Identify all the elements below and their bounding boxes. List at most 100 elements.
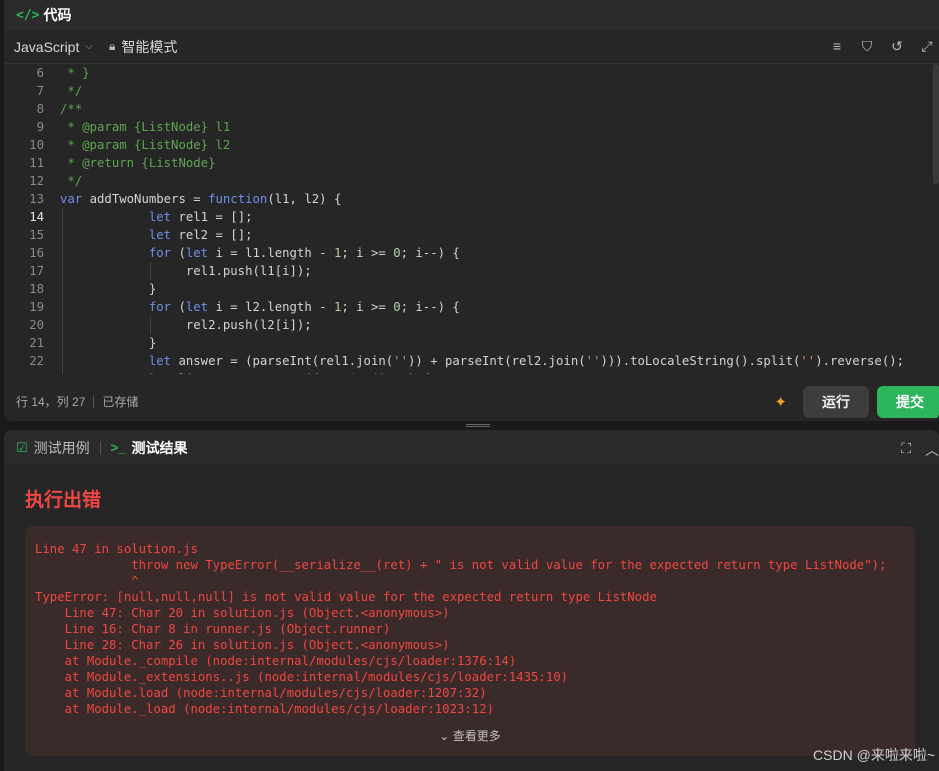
line-number: 18: [29, 282, 44, 296]
code-text: rel2.push(l2[i]);: [60, 318, 312, 332]
editor-tools: ≡ ⛉ ↺ ⤢: [829, 38, 935, 54]
line-number: 16: [29, 246, 44, 260]
terminal-icon: >_: [110, 440, 126, 455]
run-button[interactable]: 运行: [803, 386, 869, 418]
code-line[interactable]: 10 * @param {ListNode} l2: [4, 136, 939, 154]
indent-guide: [150, 316, 151, 334]
indent-guide: [62, 262, 63, 280]
line-number: 11: [29, 156, 44, 170]
indent-guide: [62, 352, 63, 370]
code-text: for (let i = l1.length - 1; i >= 0; i--)…: [148, 246, 460, 260]
code-icon: </>: [16, 7, 40, 23]
indent-guide: [62, 244, 63, 262]
indent-guide: [62, 280, 63, 298]
code-line[interactable]: 17 rel1.push(l1[i]);: [4, 262, 939, 280]
error-line: at Module.load (node:internal/modules/cj…: [35, 686, 487, 700]
code-editor[interactable]: 6 * } 7 */8/** 9 * @param {ListNode} l1 10 …: [4, 64, 939, 374]
tab-result-label: 测试结果: [131, 439, 188, 456]
line-number: 8: [36, 102, 44, 116]
watermark: CSDN @来啦来啦~: [813, 747, 935, 763]
code-line[interactable]: 22 let answer = (parseInt(rel1.join(''))…: [4, 352, 939, 370]
error-title: 执行出错: [25, 490, 102, 511]
fullscreen-icon[interactable]: ⤢: [919, 38, 935, 54]
code-line[interactable]: 11 * @return {ListNode}: [4, 154, 939, 172]
result-panel: ☑ 测试用例 >_ 测试结果 ⛶ ︿ 执行出错 Line 47 in solut…: [4, 430, 939, 771]
code-text: let rel1 = [];: [148, 210, 253, 224]
bookmark-icon[interactable]: ⛉: [859, 38, 875, 54]
code-text: let rel2 = [];: [148, 228, 253, 242]
code-line[interactable]: 12 */: [4, 172, 939, 190]
language-label: JavaScript: [14, 38, 80, 55]
panel-resize-handle[interactable]: [466, 424, 490, 427]
code-text: * @param {ListNode} l2: [60, 138, 231, 152]
error-line: Line 16: Char 8 in runner.js (Object.run…: [35, 622, 391, 636]
editor-scrollbar[interactable]: [933, 64, 939, 184]
code-line[interactable]: 20 rel2.push(l2[i]);: [4, 316, 939, 334]
editor-toolbar: JavaScript ⌵ 🔒︎ 智能模式 ≡ ⛉ ↺ ⤢: [4, 30, 939, 64]
error-line: at Module._extensions..js (node:internal…: [35, 670, 569, 684]
line-number: 7: [36, 84, 44, 98]
line-number: 9: [36, 120, 44, 134]
code-text: }: [60, 282, 157, 296]
code-line[interactable]: 7 */: [4, 82, 939, 100]
tab-result[interactable]: >_ 测试结果: [111, 438, 188, 458]
code-text: */: [60, 84, 83, 98]
expand-icon[interactable]: ⛶: [901, 440, 911, 460]
indent-guide: [62, 226, 63, 244]
code-text: * }: [60, 66, 90, 80]
code-panel: </> 代码 JavaScript ⌵ 🔒︎ 智能模式 ≡ ⛉ ↺ ⤢ 6 * …: [4, 0, 939, 421]
code-line[interactable]: 19 for (let i = l2.length - 1; i >= 0; i…: [4, 298, 939, 316]
code-panel-header: </> 代码: [4, 0, 939, 30]
code-text: * @param {ListNode} l1: [60, 120, 231, 134]
code-line[interactable]: 16 for (let i = l1.length - 1; i >= 0; i…: [4, 244, 939, 262]
debug-icon[interactable]: ✦: [774, 393, 787, 411]
line-number: 22: [29, 354, 44, 368]
code-line[interactable]: 15 let rel2 = [];: [4, 226, 939, 244]
lock-icon: 🔒︎: [108, 39, 116, 53]
line-number: 13: [29, 192, 44, 206]
line-number: 12: [29, 174, 44, 188]
code-text: let list = answer.map(function(item) {: [60, 370, 430, 374]
line-number: 17: [29, 264, 44, 278]
code-line[interactable]: 14 let rel1 = [];: [4, 208, 939, 226]
submit-button[interactable]: 提交: [877, 386, 939, 418]
indent-guide: [62, 370, 63, 374]
line-number: 14: [29, 210, 44, 224]
show-more-label: 查看更多: [452, 729, 501, 743]
tab-testcase[interactable]: ☑ 测试用例: [16, 438, 90, 458]
smart-mode-toggle[interactable]: 🔒︎ 智能模式: [109, 37, 177, 57]
error-line: Line 47 in solution.js: [35, 542, 198, 556]
code-line[interactable]: 6 * }: [4, 64, 939, 82]
double-chevron-down-icon: ⌄: [439, 729, 450, 743]
chevron-up-icon[interactable]: ︿: [925, 440, 939, 460]
code-line[interactable]: 21 }: [4, 334, 939, 352]
indent-guide: [62, 298, 63, 316]
code-text: */: [60, 174, 83, 188]
line-number: 6: [36, 66, 44, 80]
error-line: at Module._compile (node:internal/module…: [35, 654, 517, 668]
code-line[interactable]: 9 * @param {ListNode} l1: [4, 118, 939, 136]
code-text: /**: [60, 102, 83, 116]
tab-testcase-label: 测试用例: [33, 439, 90, 456]
cursor-position: 行 14，列 27: [16, 395, 86, 409]
format-icon[interactable]: ≡: [829, 38, 845, 54]
code-line[interactable]: 18 }: [4, 280, 939, 298]
code-line[interactable]: 13 var addTwoNumbers = function(l1, l2) {: [4, 190, 939, 208]
editor-statusbar: 行 14，列 27 已存储 ✦ 运行 提交: [4, 382, 939, 421]
code-line[interactable]: 23 let list = answer.map(function(item) …: [4, 370, 939, 374]
line-number: 19: [29, 300, 44, 314]
indent-guide: [62, 208, 63, 226]
error-line: at Module._load (node:internal/modules/c…: [35, 702, 495, 716]
error-line: TypeError: [null,null,null] is not valid…: [35, 590, 657, 604]
line-number: 23: [4, 370, 44, 374]
line-number: 20: [29, 318, 44, 332]
error-line: throw new TypeError(__serialize__(ret) +…: [35, 558, 887, 572]
reset-icon[interactable]: ↺: [889, 38, 905, 54]
error-line: Line 28: Char 26 in solution.js (Object.…: [35, 638, 450, 652]
code-text: }: [60, 336, 157, 350]
line-number: 21: [29, 336, 44, 350]
status-divider: [93, 395, 95, 408]
show-more-link[interactable]: ⌄ 查看更多: [25, 728, 915, 744]
code-line[interactable]: 8 /**: [4, 100, 939, 118]
language-select[interactable]: JavaScript ⌵: [14, 39, 93, 55]
